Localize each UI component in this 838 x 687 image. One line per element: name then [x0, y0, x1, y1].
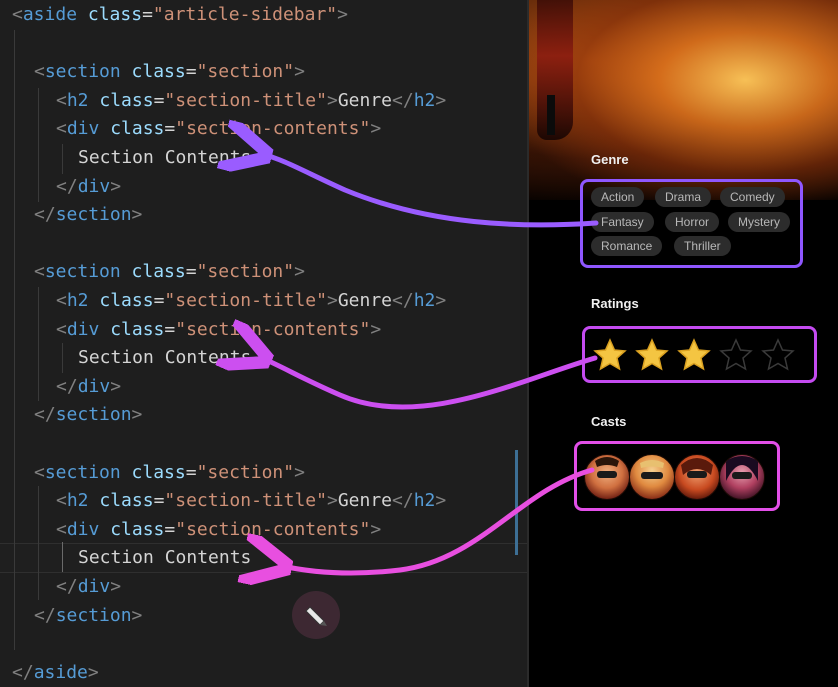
arrow-casts	[282, 467, 595, 573]
arrow-genre	[262, 154, 599, 228]
arrow-ratings	[262, 358, 598, 410]
annotation-arrows	[0, 0, 599, 687]
pencil-cursor-icon	[292, 591, 340, 639]
pencil-icon	[305, 606, 327, 626]
